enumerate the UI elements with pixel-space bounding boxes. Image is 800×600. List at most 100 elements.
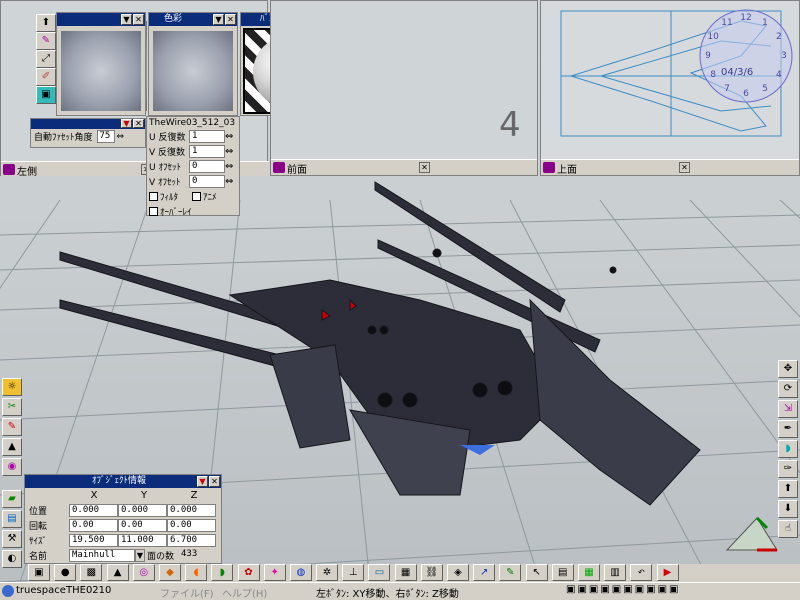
rotate-icon[interactable]: ⟳: [778, 380, 798, 398]
status-icons: ▣▣▣▣▣▣▣▣▣▣: [566, 584, 681, 595]
link-icon[interactable]: ⛓: [420, 564, 443, 581]
spin-icon[interactable]: ⇔: [225, 176, 233, 187]
shapes-icon[interactable]: ▲: [2, 438, 22, 456]
globe-icon[interactable]: ◍: [289, 564, 312, 581]
object-name-field[interactable]: Mainhull: [69, 549, 135, 562]
cone-icon[interactable]: ▲: [106, 564, 129, 581]
cyan-shape-icon[interactable]: ◗: [778, 440, 798, 458]
box-icon[interactable]: ▣: [28, 564, 50, 581]
spin-icon[interactable]: ⇔: [225, 131, 233, 142]
file-menu[interactable]: ファイル(F): [160, 585, 214, 600]
rot-z[interactable]: 0.00: [167, 519, 216, 532]
menu-icon[interactable]: ▼: [213, 14, 224, 25]
clock-number: 10: [707, 32, 719, 42]
rot-x[interactable]: 0.00: [69, 519, 118, 532]
size-x[interactable]: 19.500: [69, 534, 118, 547]
torus-icon[interactable]: ◎: [132, 564, 155, 581]
top-view-panel[interactable]: 04/3/6 上面 ✕ 12 1 2 3 4 5 6 7 8 9 10 11: [540, 0, 800, 176]
clock-number: 8: [710, 70, 716, 80]
front-view-panel[interactable]: 4 前面 ✕: [270, 0, 538, 176]
pos-x[interactable]: 0.000: [69, 504, 118, 517]
eye-icon[interactable]: ◐: [2, 550, 22, 568]
pointer-icon[interactable]: ⬆: [36, 14, 56, 32]
overlay-checkbox[interactable]: [149, 207, 158, 216]
pos-z[interactable]: 0.000: [167, 504, 216, 517]
close-icon[interactable]: ✕: [419, 162, 430, 173]
scissors-icon[interactable]: ✂: [2, 398, 22, 416]
close-icon[interactable]: ✕: [679, 162, 690, 173]
navigation-gizmo[interactable]: [722, 510, 782, 560]
menu-icon[interactable]: ▼: [197, 476, 208, 487]
u-offset-field[interactable]: 0: [189, 160, 225, 173]
brush-icon[interactable]: ⤢: [36, 50, 56, 68]
close-icon[interactable]: ✕: [133, 14, 144, 25]
camera-icon[interactable]: ▩: [80, 564, 103, 581]
pos-y[interactable]: 0.000: [118, 504, 167, 517]
close-icon[interactable]: ✕: [133, 119, 144, 128]
paint-icon[interactable]: ✎: [36, 32, 56, 50]
paint-bucket-icon[interactable]: ✿: [237, 564, 260, 581]
eye-tool-icon[interactable]: ◈: [447, 564, 469, 581]
size-y[interactable]: 11.000: [118, 534, 167, 547]
select-icon[interactable]: ↖: [525, 564, 548, 581]
v-offset-field[interactable]: 0: [189, 175, 225, 188]
color-panel[interactable]: 色彩 ▼ ✕: [148, 12, 238, 116]
clock-number: 2: [776, 32, 782, 42]
eraser-icon[interactable]: ✐: [36, 68, 56, 86]
spline-icon[interactable]: ✎: [499, 564, 522, 581]
axis-icon[interactable]: ⊥: [342, 564, 365, 581]
group-icon[interactable]: ▦: [394, 564, 417, 581]
rot-y[interactable]: 0.00: [118, 519, 167, 532]
wrench-icon[interactable]: ✑: [778, 460, 798, 478]
size-z[interactable]: 6.700: [167, 534, 216, 547]
light-icon[interactable]: ☼: [2, 378, 22, 396]
menu-icon[interactable]: ▼: [121, 14, 132, 25]
sphere-icon[interactable]: ●: [54, 564, 77, 581]
green-icon[interactable]: ◗: [211, 564, 234, 581]
landscape-icon[interactable]: ▰: [2, 490, 22, 508]
facet-value[interactable]: 75: [96, 130, 115, 143]
pink-icon[interactable]: ✦: [263, 564, 286, 581]
boolean-icon[interactable]: ▭: [368, 564, 391, 581]
object-info-panel[interactable]: ｵﾌﾞｼﾞｪｸﾄ情報 ▼ ✕ X Y Z 位置 0.000 0.000 0.000 回…: [24, 474, 222, 564]
spin-icon[interactable]: ⇔: [225, 161, 233, 172]
pen-icon[interactable]: ✒: [778, 420, 798, 438]
clock-number: 3: [781, 51, 787, 61]
arrow-up-icon[interactable]: ⬆: [778, 480, 798, 498]
deform-icon[interactable]: ✲: [316, 564, 339, 581]
move-icon[interactable]: ✥: [778, 360, 798, 378]
cube-icon[interactable]: ▣: [36, 86, 56, 104]
tools-icon[interactable]: ⚒: [2, 530, 22, 548]
filter-checkbox[interactable]: [149, 192, 158, 201]
play-icon[interactable]: ▶: [656, 564, 679, 581]
anime-checkbox[interactable]: [192, 192, 201, 201]
close-icon[interactable]: ✕: [209, 476, 220, 487]
clock-number: 4: [776, 70, 782, 80]
texture-preview-window[interactable]: ▼ ✕: [56, 12, 146, 116]
color-icon[interactable]: ◖: [185, 564, 208, 581]
brush-tool-icon[interactable]: ✎: [2, 418, 22, 436]
spin-icon[interactable]: ⇔: [117, 132, 125, 142]
path-icon[interactable]: ↗: [473, 564, 496, 581]
close-icon[interactable]: ✕: [225, 14, 236, 25]
facet-panel[interactable]: ▼ ✕ 自動ﾌｧｾｯﾄ角度 75 ⇔: [30, 118, 146, 148]
menu-icon[interactable]: ▼: [121, 119, 132, 128]
view-icon: [3, 164, 15, 175]
name-dropdown-icon[interactable]: ▼: [135, 549, 145, 562]
faces-label: 面の数: [147, 552, 175, 562]
help-menu[interactable]: ヘルプ(H): [222, 585, 267, 600]
undo-icon[interactable]: ↶: [630, 564, 653, 581]
palette-icon[interactable]: ◉: [2, 458, 22, 476]
texture-params-panel[interactable]: TheWire03_512_03 U 反復数 1 ⇔ V 反復数 1 ⇔ U ｵﾌｾｯﾄ…: [146, 116, 240, 218]
v-repeat-field[interactable]: 1: [189, 145, 225, 158]
top-view-wireframe: [560, 9, 793, 137]
material-icon[interactable]: ◆: [158, 564, 181, 581]
object-icon[interactable]: ▤: [551, 564, 574, 581]
scale-icon[interactable]: ⇲: [778, 400, 798, 418]
grid-icon[interactable]: ▦: [577, 564, 600, 581]
u-repeat-field[interactable]: 1: [189, 130, 225, 143]
render-icon[interactable]: ▥: [604, 564, 627, 581]
top-view-label: 上面: [557, 165, 577, 176]
spin-icon[interactable]: ⇔: [225, 146, 233, 157]
image-icon[interactable]: ▤: [2, 510, 22, 528]
